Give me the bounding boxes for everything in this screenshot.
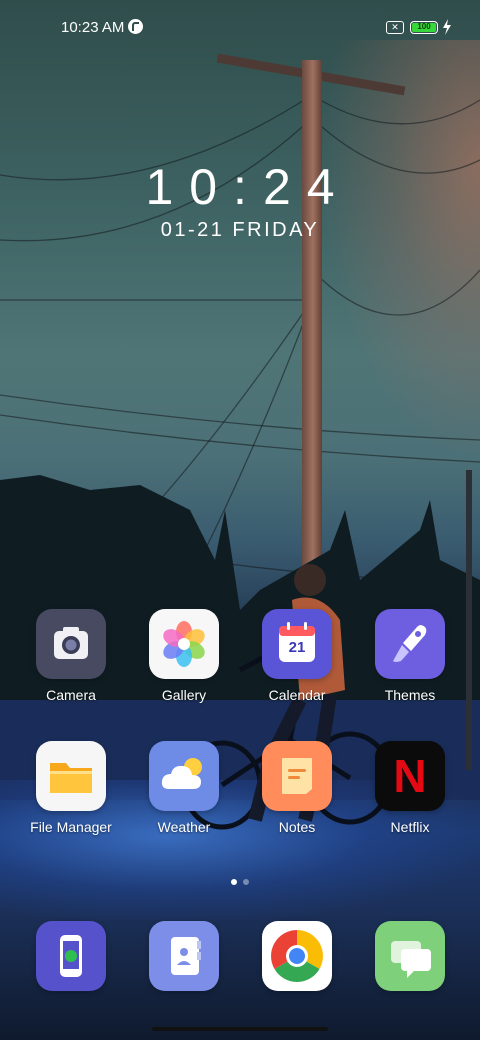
dock-chrome[interactable] <box>242 921 352 991</box>
messages-icon <box>375 921 445 991</box>
clock-date: 01-21 FRIDAY <box>160 219 320 241</box>
app-label: File Manager <box>30 819 112 835</box>
chrome-icon <box>262 921 332 991</box>
app-netflix[interactable]: N Netflix <box>355 741 465 835</box>
home-gesture-bar[interactable] <box>152 1027 328 1031</box>
page-dot-1[interactable] <box>231 879 237 885</box>
app-label: Notes <box>278 819 316 835</box>
app-weather[interactable]: Weather <box>129 741 239 835</box>
phone-icon <box>36 921 106 991</box>
calendar-icon: 21 <box>262 609 332 679</box>
dock-contacts[interactable] <box>129 921 239 991</box>
clock-time[interactable]: 10:24 <box>0 158 480 216</box>
app-label: Weather <box>157 819 211 835</box>
app-themes[interactable]: Themes <box>355 609 465 703</box>
status-bar: 10:23 AM ✕ 100 <box>0 0 480 56</box>
calendar-day: 21 <box>288 639 306 656</box>
page-dot-2[interactable] <box>243 879 249 885</box>
app-label: Themes <box>384 687 436 703</box>
app-calendar[interactable]: 21 Calendar <box>242 609 352 703</box>
contacts-icon <box>149 921 219 991</box>
dock-phone[interactable] <box>16 921 126 991</box>
status-time: 10:23 AM <box>61 19 125 36</box>
app-file-manager[interactable]: File Manager <box>16 741 126 835</box>
netflix-logo: N <box>393 750 427 802</box>
charging-bolt-icon <box>443 19 451 35</box>
page-indicator[interactable] <box>228 872 252 890</box>
gallery-flower-icon <box>149 609 219 679</box>
battery-level: 100 <box>412 23 436 32</box>
home-screen: 10:23 AM ✕ 100 10:24 01-21 FRIDAY Camera <box>0 0 480 1040</box>
notes-icon <box>262 741 332 811</box>
app-notes[interactable]: Notes <box>242 741 352 835</box>
netflix-icon: N <box>375 741 445 811</box>
app-label: Calendar <box>268 687 326 703</box>
battery-icon: 100 <box>410 21 438 34</box>
folder-icon <box>36 741 106 811</box>
app-gallery[interactable]: Gallery <box>129 609 239 703</box>
app-label: Gallery <box>161 687 207 703</box>
app-camera[interactable]: Camera <box>16 609 126 703</box>
dock-messages[interactable] <box>355 921 465 991</box>
app-label: Camera <box>46 687 96 703</box>
notification-icon <box>128 19 143 34</box>
themes-brush-icon <box>375 609 445 679</box>
sim-missing-icon: ✕ <box>386 21 404 34</box>
weather-cloud-icon <box>149 741 219 811</box>
camera-icon <box>36 609 106 679</box>
app-label: Netflix <box>390 819 430 835</box>
